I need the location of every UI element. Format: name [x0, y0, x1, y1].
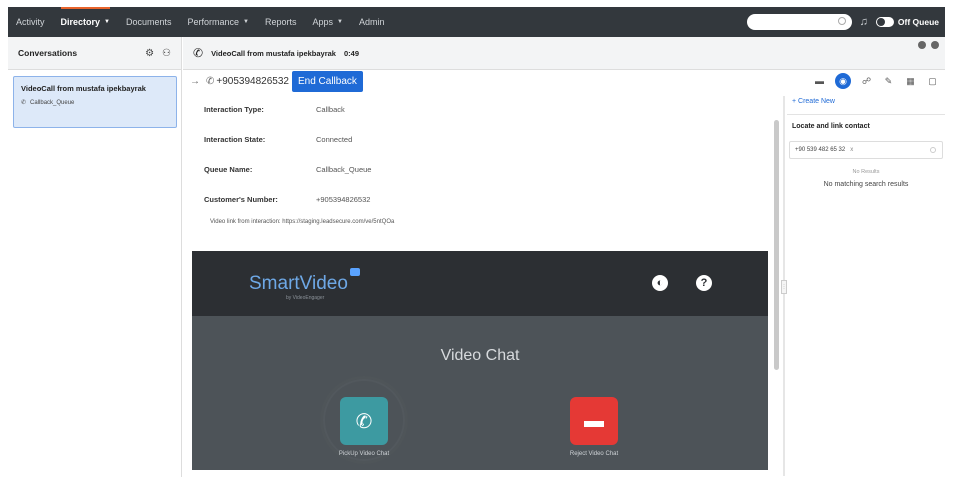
chat-icon[interactable]: ▬	[813, 75, 826, 88]
detail-row: Queue Name: Callback_Queue	[204, 165, 371, 174]
queue-toggle[interactable]	[875, 17, 894, 27]
pickup-label: PickUp Video Chat	[338, 451, 390, 457]
video-link-text[interactable]: Video link from interaction: https://sta…	[210, 219, 394, 225]
search-icon	[837, 17, 846, 25]
video-header-icons: ◐ ?	[652, 275, 712, 291]
reject-label: Reject Video Chat	[569, 451, 619, 457]
detail-label: Interaction State:	[204, 135, 266, 144]
brand-subtitle: by VideoEngager	[286, 294, 325, 301]
detail-row: Interaction State: Connected	[204, 135, 352, 144]
conversations-header: Conversations ⚙ ⚇	[8, 37, 181, 70]
nav-apps[interactable]: Apps ▼	[305, 7, 351, 37]
window-edge-left	[0, 0, 8, 487]
detail-value: +905394826532	[316, 195, 371, 204]
interaction-details: Interaction Type: Callback Interaction S…	[193, 96, 768, 246]
nav-performance-label: Performance	[187, 17, 240, 27]
interaction-timer: 0:49	[343, 48, 359, 58]
queue-status-label: Off Queue	[897, 17, 939, 27]
caret-down-icon: ▼	[104, 19, 110, 25]
no-match-label: No matching search results	[823, 181, 909, 188]
conversations-sidebar: Conversations ⚙ ⚇ VideoCall from mustafa…	[8, 37, 182, 477]
nav-directory-label: Directory	[60, 17, 101, 27]
contact-search-input[interactable]: +90 539 482 65 32 x	[789, 141, 943, 159]
phone-icon: ✆	[355, 410, 373, 433]
pickup-video-chat-button[interactable]: ✆	[340, 397, 388, 445]
header-window-controls	[918, 41, 945, 49]
hang-up-icon: ▬	[584, 409, 604, 432]
edit-icon[interactable]: ✎	[882, 75, 895, 88]
callback-row: → ✆ +905394826532 End Callback ▬ ◉ ☍ ✎ ▦…	[183, 70, 945, 92]
smartvideo-logo: SmartVideo by VideoEngager	[249, 267, 360, 301]
nav-documents[interactable]: Documents	[118, 7, 180, 37]
search-chip: +90 539 482 65 32	[795, 147, 846, 153]
nav-performance[interactable]: Performance ▼	[180, 7, 257, 37]
scroll-thumb[interactable]	[774, 120, 779, 370]
sidebar-header-icons: ⚙ ⚇	[145, 48, 171, 59]
top-nav: Activity Directory ▼ Documents Performanc…	[8, 7, 945, 37]
conversation-queue: Callback_Queue	[30, 99, 75, 106]
details-scrollbar[interactable]	[773, 96, 780, 476]
minimize-icon[interactable]	[918, 41, 926, 49]
nav-activity[interactable]: Activity	[8, 7, 53, 37]
clipboard-icon[interactable]: ▢	[926, 75, 939, 88]
nav-admin[interactable]: Admin	[351, 7, 393, 37]
contrast-icon[interactable]: ◐	[652, 275, 668, 291]
phone-icon: ✆	[206, 75, 215, 87]
conversation-card[interactable]: VideoCall from mustafa ipekbayrak ✆ Call…	[13, 76, 177, 128]
conversation-title: VideoCall from mustafa ipekbayrak	[21, 84, 146, 93]
detail-label: Interaction Type:	[204, 105, 264, 114]
schedule-icon[interactable]: ▦	[904, 75, 917, 88]
interaction-toolbar: ▬ ◉ ☍ ✎ ▦ ▢	[813, 73, 945, 89]
detail-row: Customer's Number: +905394826532	[204, 195, 370, 204]
nav-activity-label: Activity	[16, 17, 45, 27]
nav-right-group: ♫ Off Queue	[746, 14, 945, 30]
gear-icon[interactable]: ⚙	[145, 48, 154, 59]
detail-value: Connected	[316, 135, 353, 144]
detail-label: Queue Name:	[204, 165, 253, 174]
nav-directory[interactable]: Directory ▼	[53, 7, 118, 37]
video-header: SmartVideo by VideoEngager ◐ ?	[192, 251, 768, 316]
settings-icon[interactable]	[931, 41, 939, 49]
conversation-queue-row: ✆ Callback_Queue	[21, 99, 169, 107]
chat-bubble-icon	[349, 267, 360, 276]
detail-value: Callback_Queue	[316, 165, 372, 174]
callback-phone-icon: ✆	[21, 100, 27, 106]
help-icon[interactable]: ?	[696, 275, 712, 291]
bell-icon[interactable]: ♫	[860, 16, 868, 28]
brand-name: SmartVideo	[249, 272, 348, 294]
app-root: Activity Directory ▼ Documents Performanc…	[0, 0, 953, 487]
video-chat-title: Video Chat	[440, 347, 520, 364]
global-search-input[interactable]	[746, 14, 852, 30]
add-user-icon[interactable]: ⚇	[162, 48, 171, 59]
nav-reports[interactable]: Reports	[257, 7, 305, 37]
reject-video-chat-button[interactable]: ▬	[570, 397, 618, 445]
detail-label: Customer's Number:	[204, 195, 278, 204]
nav-reports-label: Reports	[265, 17, 297, 27]
clear-chip-icon[interactable]: x	[850, 147, 853, 153]
conversations-title: Conversations	[18, 48, 78, 58]
video-panel: SmartVideo by VideoEngager ◐ ? Video Cha…	[192, 251, 768, 470]
arrow-right-icon: →	[190, 75, 200, 87]
search-icon	[930, 147, 936, 153]
contacts-pane: + Create New Locate and link contact +90…	[787, 96, 945, 476]
detail-value: Callback	[316, 105, 345, 114]
detail-row: Interaction Type: Callback	[204, 105, 345, 114]
nav-apps-label: Apps	[312, 17, 334, 27]
caret-down-icon: ▼	[243, 19, 249, 25]
contacts-title: Locate and link contact	[792, 123, 870, 130]
end-callback-button[interactable]: End Callback	[291, 70, 363, 92]
callback-phone-icon: ✆	[193, 46, 204, 60]
contact-icon[interactable]: ◉	[835, 73, 851, 89]
script-icon[interactable]: ☍	[860, 75, 873, 88]
no-results-label: No Results	[852, 169, 880, 175]
nav-documents-label: Documents	[125, 17, 172, 27]
window-edge-right	[945, 0, 953, 487]
create-new-link[interactable]: + Create New	[787, 96, 945, 114]
caret-down-icon: ▼	[337, 19, 343, 25]
nav-admin-label: Admin	[358, 17, 385, 27]
interaction-title: VideoCall from mustafa ipekbayrak	[211, 48, 336, 58]
interaction-header: ✆ VideoCall from mustafa ipekbayrak 0:49	[183, 37, 945, 70]
callback-number: +905394826532	[216, 75, 289, 87]
